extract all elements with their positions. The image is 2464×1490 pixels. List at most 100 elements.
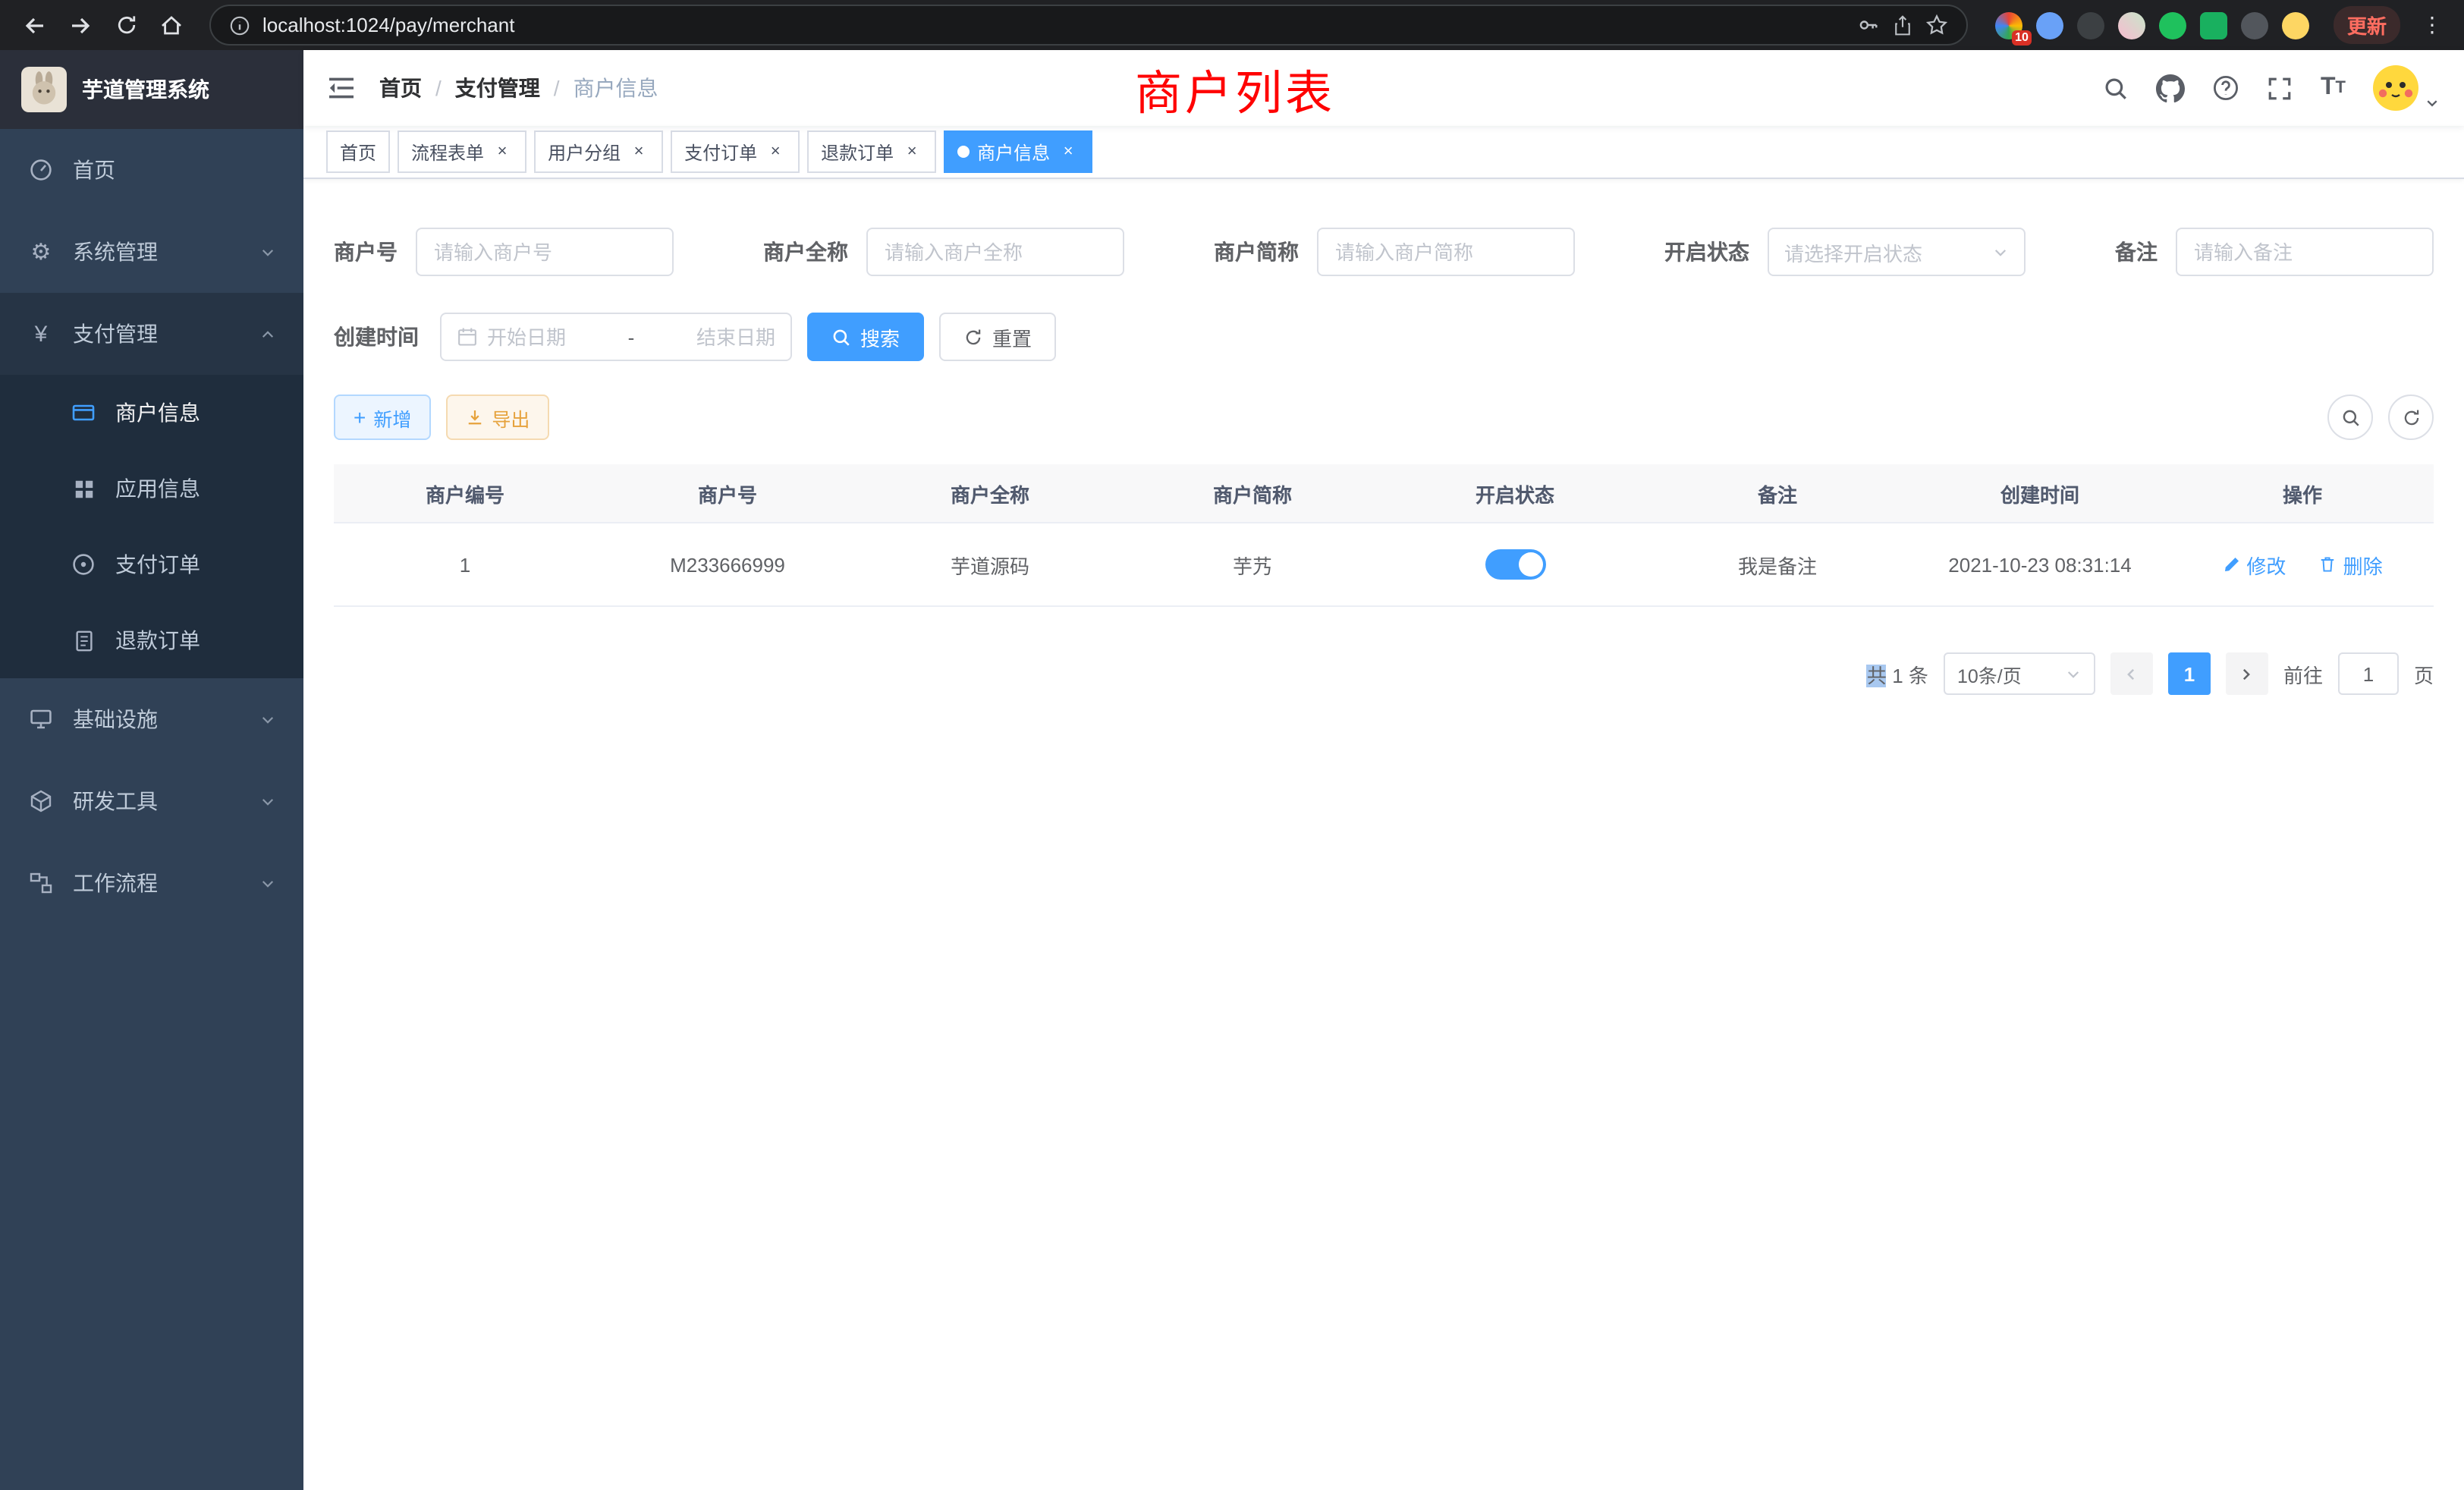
address-bar[interactable]: localhost:1024/pay/merchant: [209, 5, 1968, 46]
gear-icon: ⚙: [27, 238, 55, 266]
close-icon[interactable]: ×: [1058, 141, 1079, 162]
export-button[interactable]: 导出: [446, 395, 549, 440]
reload-button[interactable]: [106, 5, 146, 45]
breadcrumb-separator: /: [554, 76, 560, 100]
font-size-icon[interactable]: TT: [2321, 74, 2346, 102]
search-icon[interactable]: [2104, 75, 2129, 101]
fullscreen-icon[interactable]: [2268, 75, 2293, 101]
refresh-button[interactable]: [2388, 395, 2434, 440]
table-row: 1 M233666999 芋道源码 芋艿 我是备注 2021-10-23 08:…: [334, 523, 2434, 606]
sidebar-item-devtools[interactable]: 研发工具: [0, 760, 303, 842]
short-name-label: 商户简称: [1214, 237, 1299, 267]
pencil-icon: [2222, 555, 2240, 574]
browser-toolbar: localhost:1024/pay/merchant 10 更新 ⋮: [0, 0, 2464, 50]
column-header: 商户全称: [859, 464, 1121, 523]
chevron-down-icon: [259, 875, 276, 891]
github-icon[interactable]: [2157, 74, 2186, 102]
sidebar-item-label: 系统管理: [73, 237, 158, 267]
sidebar-subitem-refund-order[interactable]: 退款订单: [0, 602, 303, 678]
extension-icon[interactable]: [2077, 11, 2104, 39]
bookmark-star-icon[interactable]: [1925, 14, 1948, 36]
tab-refund-order[interactable]: 退款订单×: [807, 130, 936, 173]
sidebar-subitem-merchant-info[interactable]: 商户信息: [0, 375, 303, 451]
add-button[interactable]: + 新增: [334, 395, 431, 440]
extension-icon[interactable]: [2036, 11, 2063, 39]
merchant-no-input[interactable]: [416, 228, 674, 276]
toggle-search-button[interactable]: [2327, 395, 2373, 440]
page-size-select[interactable]: 10条/页: [1944, 652, 2095, 695]
start-date-input[interactable]: [487, 325, 581, 348]
sidebar-item-workflow[interactable]: 工作流程: [0, 842, 303, 924]
sidebar-subitem-pay-order[interactable]: 支付订单: [0, 527, 303, 602]
edit-link[interactable]: 修改: [2222, 550, 2286, 579]
sidebar-item-system[interactable]: ⚙ 系统管理: [0, 211, 303, 293]
table-toolbar: + 新增 导出: [334, 395, 2434, 440]
reset-button[interactable]: 重置: [939, 313, 1056, 361]
browser-menu-icon[interactable]: ⋮: [2415, 12, 2449, 38]
extension-icon[interactable]: [2200, 11, 2227, 39]
cell-remark: 我是备注: [1646, 523, 1909, 606]
site-info-icon[interactable]: [229, 14, 250, 36]
full-name-input[interactable]: [866, 228, 1124, 276]
close-icon[interactable]: ×: [765, 141, 786, 162]
status-toggle[interactable]: [1485, 549, 1545, 580]
close-icon[interactable]: ×: [492, 141, 513, 162]
tab-user-group[interactable]: 用户分组×: [534, 130, 663, 173]
cell-merchant-id: 1: [334, 523, 596, 606]
breadcrumb-item[interactable]: 支付管理: [455, 73, 540, 103]
sidebar-item-infrastructure[interactable]: 基础设施: [0, 678, 303, 760]
filter-row-2: 创建时间 - 搜索 重置: [334, 313, 2434, 361]
sidebar-item-label: 支付管理: [73, 319, 158, 349]
sidebar-item-payment[interactable]: ¥ 支付管理: [0, 293, 303, 375]
breadcrumb-item[interactable]: 首页: [379, 73, 422, 103]
column-header: 操作: [2171, 464, 2434, 523]
password-key-icon[interactable]: [1857, 14, 1880, 36]
search-button[interactable]: 搜索: [807, 313, 924, 361]
chevron-down-icon: [259, 244, 276, 260]
home-button[interactable]: [152, 5, 191, 45]
close-icon[interactable]: ×: [628, 141, 649, 162]
short-name-input[interactable]: [1317, 228, 1575, 276]
profile-avatar-icon[interactable]: [2282, 11, 2309, 39]
breadcrumb-item-current: 商户信息: [574, 73, 658, 103]
chevron-up-icon: [259, 325, 276, 342]
breadcrumb-separator: /: [435, 76, 442, 100]
status-select[interactable]: 请选择开启状态: [1768, 228, 2026, 276]
cell-short-name: 芋艿: [1121, 523, 1384, 606]
tab-pay-order[interactable]: 支付订单×: [671, 130, 800, 173]
cube-icon: [27, 789, 55, 813]
help-icon[interactable]: [2213, 74, 2240, 102]
tab-process-form[interactable]: 流程表单×: [398, 130, 526, 173]
browser-update-button[interactable]: 更新: [2334, 6, 2400, 44]
date-range-picker[interactable]: -: [440, 313, 792, 361]
sidebar-item-home[interactable]: 首页: [0, 129, 303, 211]
prev-page-button[interactable]: [2110, 652, 2153, 695]
user-avatar[interactable]: [2373, 65, 2440, 111]
goto-prefix: 前往: [2283, 659, 2323, 688]
goto-page-input[interactable]: [2338, 652, 2399, 695]
sidebar-subitem-label: 退款订单: [115, 625, 200, 655]
extension-icon[interactable]: [2118, 11, 2145, 39]
share-icon[interactable]: [1892, 14, 1913, 36]
sidebar-item-label: 研发工具: [73, 786, 158, 816]
close-icon[interactable]: ×: [901, 141, 922, 162]
sidebar-toggle-icon[interactable]: [303, 50, 379, 126]
extension-icon[interactable]: [2241, 11, 2268, 39]
delete-link[interactable]: 删除: [2319, 550, 2383, 579]
dashboard-icon: [27, 158, 55, 182]
chevron-down-icon: [259, 793, 276, 809]
tab-home[interactable]: 首页: [326, 130, 390, 173]
app-logo[interactable]: 芋道管理系统: [0, 50, 303, 129]
table-header-row: 商户编号 商户号 商户全称 商户简称 开启状态 备注 创建时间 操作: [334, 464, 2434, 523]
end-date-input[interactable]: [681, 325, 775, 348]
next-page-button[interactable]: [2226, 652, 2268, 695]
forward-button[interactable]: [61, 5, 100, 45]
extension-icon[interactable]: [2159, 11, 2186, 39]
sidebar-subitem-app-info[interactable]: 应用信息: [0, 451, 303, 527]
remark-input[interactable]: [2176, 228, 2434, 276]
plus-icon: +: [354, 407, 366, 428]
tab-merchant-info[interactable]: 商户信息×: [944, 130, 1092, 173]
back-button[interactable]: [15, 5, 55, 45]
extension-icon[interactable]: 10: [1995, 11, 2022, 39]
page-number-button[interactable]: 1: [2168, 652, 2211, 695]
